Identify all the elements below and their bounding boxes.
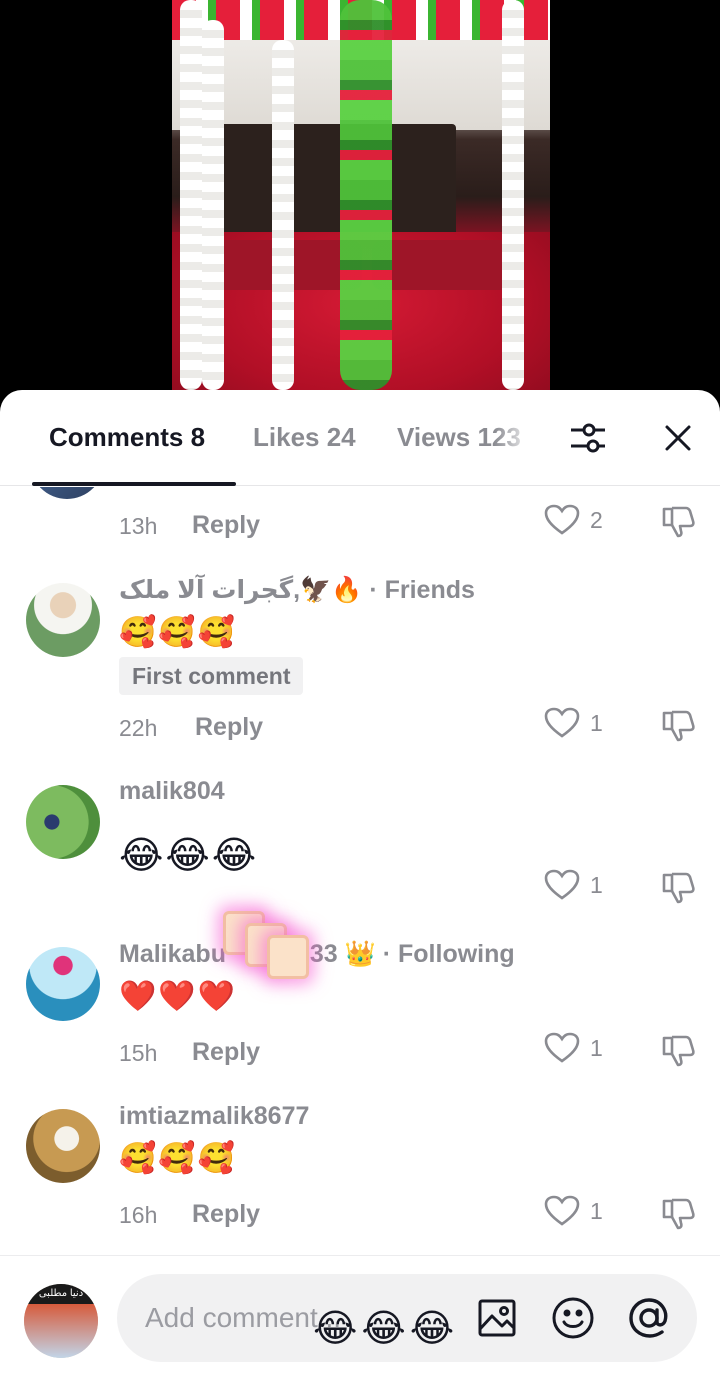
tab-comments[interactable]: Comments 8 [49, 422, 205, 453]
video-preview[interactable] [0, 0, 720, 410]
heart-outline-icon [544, 504, 580, 535]
tab-bar: Comments 8 Likes 24 Views 123 [0, 390, 720, 486]
heart-outline-icon [544, 1032, 580, 1063]
like-button[interactable]: 1 [544, 869, 603, 901]
crown-emoji: 👑 [344, 940, 376, 968]
like-count: 2 [590, 506, 603, 533]
thumbs-down-icon[interactable] [660, 869, 696, 910]
like-button[interactable]: 1 [544, 707, 603, 739]
avatar[interactable] [26, 1109, 100, 1183]
fire-emoji: 🔥 [331, 576, 363, 604]
thumbs-down-icon[interactable] [660, 707, 696, 748]
comment-text: 🥰🥰🥰 [119, 616, 238, 649]
avatar-caption: دنیا مطلبی [24, 1284, 98, 1304]
heart-outline-icon [544, 707, 580, 738]
floating-sticker [215, 905, 315, 995]
like-count: 1 [590, 871, 603, 898]
like-button[interactable]: 1 [544, 1195, 603, 1227]
close-icon[interactable] [660, 420, 696, 456]
comment-list[interactable]: 13h Reply 2 گجرات آلا ملک,🦅🔥 · Friends 🥰… [0, 487, 720, 1257]
avatar[interactable] [26, 947, 100, 1021]
at-sign-icon[interactable] [625, 1294, 673, 1342]
comment-text: 😂😂😂 [119, 835, 259, 877]
like-count: 1 [590, 1034, 603, 1061]
comments-sheet: Comments 8 Likes 24 Views 123 13h Reply … [0, 390, 720, 1392]
heart-outline-icon [544, 1195, 580, 1226]
heart-outline-icon [544, 869, 580, 900]
username-text: گجرات آلا ملک,🦅 [119, 576, 332, 604]
comment-time: 15h [119, 1040, 158, 1066]
tab-indicator [32, 482, 236, 486]
like-count: 1 [590, 1197, 603, 1224]
relation-tag: · Friends [362, 576, 475, 604]
like-count: 1 [590, 709, 603, 736]
reply-button[interactable]: Reply [192, 1200, 260, 1229]
avatar[interactable] [30, 487, 104, 499]
comment-username[interactable]: malik804 [119, 777, 225, 806]
like-button[interactable]: 2 [544, 504, 603, 536]
comment-time: 22h [119, 715, 158, 741]
thumbs-down-icon[interactable] [660, 1032, 696, 1073]
reply-button[interactable]: Reply [195, 713, 263, 742]
comment-username[interactable]: imtiazmalik8677 [119, 1102, 309, 1131]
reply-button[interactable]: Reply [192, 1038, 260, 1067]
comment-username[interactable]: گجرات آلا ملک,🦅🔥 · Friends [119, 575, 475, 605]
my-avatar[interactable]: دنیا مطلبی [24, 1284, 98, 1358]
comment-time: 16h [119, 1202, 158, 1228]
comment-text: 🥰🥰🥰 [119, 1142, 238, 1175]
thumbs-down-icon[interactable] [660, 1195, 696, 1236]
smiley-icon[interactable] [550, 1295, 596, 1341]
avatar[interactable] [26, 785, 100, 859]
comment-time: 13h [119, 513, 158, 539]
comment-composer: دنیا مطلبی 😂😂😂 [0, 1255, 720, 1392]
like-button[interactable]: 1 [544, 1032, 603, 1064]
comment-input-pill[interactable]: 😂😂😂 [117, 1274, 697, 1362]
image-icon[interactable] [475, 1296, 519, 1340]
reply-button[interactable]: Reply [192, 511, 260, 540]
first-comment-badge: First comment [119, 657, 304, 695]
comment-username[interactable]: Malikabu 333 👑 · Following [119, 940, 515, 969]
relation-tag: · Following [375, 940, 515, 968]
floating-emojis: 😂😂😂 [313, 1308, 459, 1350]
video-thumbnail [172, 0, 550, 410]
tab-fade [494, 410, 534, 470]
avatar[interactable] [26, 583, 100, 657]
username-text: Malikabu [119, 940, 226, 968]
tab-likes[interactable]: Likes 24 [253, 422, 356, 453]
thumbs-down-icon[interactable] [660, 503, 696, 544]
sliders-icon[interactable] [566, 418, 610, 458]
